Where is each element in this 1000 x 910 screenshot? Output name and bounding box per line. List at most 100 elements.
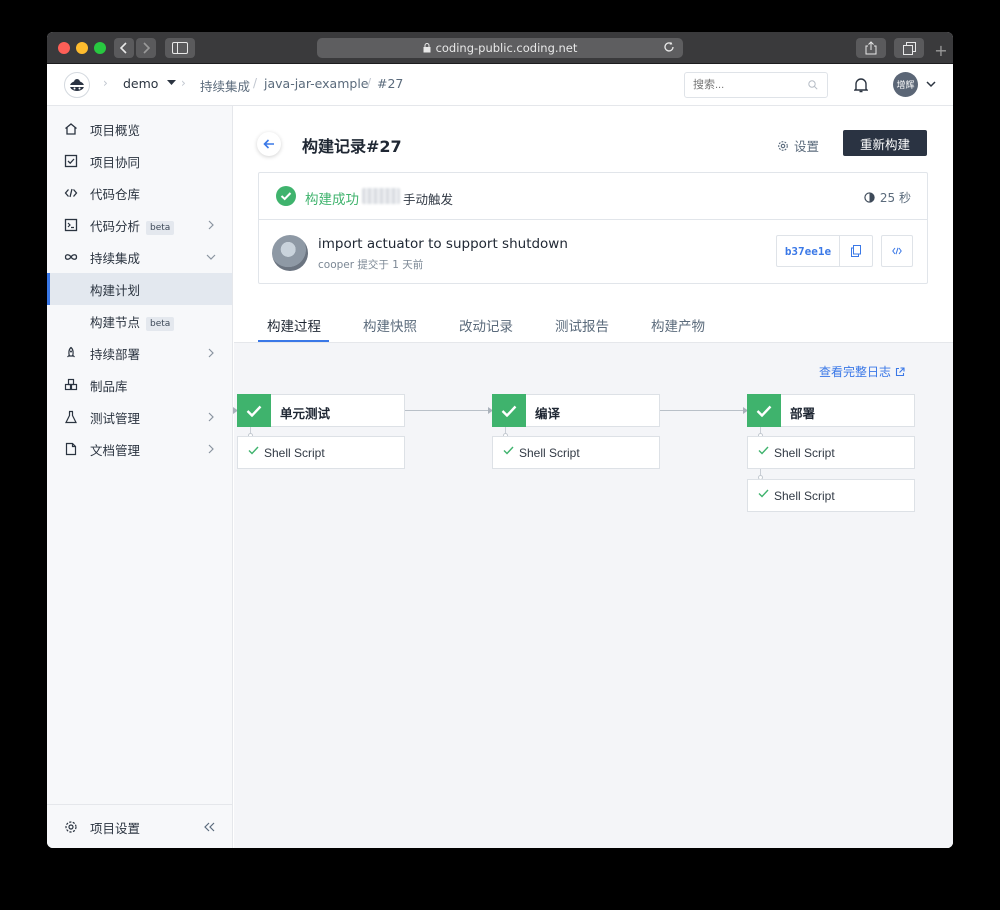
arrow-left-icon xyxy=(263,139,274,149)
sidebar-footer: 项目设置 xyxy=(47,804,232,848)
sidebar-item-code-analysis[interactable]: 代码分析 beta xyxy=(47,209,232,241)
tabs-overview-button[interactable] xyxy=(894,38,924,58)
beta-badge: beta xyxy=(146,316,175,331)
copy-icon xyxy=(851,245,861,257)
stage-success-indicator xyxy=(492,394,526,427)
chevron-right-icon xyxy=(208,348,214,358)
sidebar-item-cd[interactable]: 持续部署 xyxy=(47,337,232,369)
tab-test-report[interactable]: 测试报告 xyxy=(555,315,609,335)
tab-build-process[interactable]: 构建过程 xyxy=(267,315,321,335)
success-check-icon xyxy=(276,186,296,206)
commit-meta: cooper 提交于 1 天前 xyxy=(318,259,424,271)
stage-connector xyxy=(405,410,489,411)
coding-logo-icon xyxy=(69,79,85,91)
breadcrumb-build[interactable]: #27 xyxy=(377,76,403,91)
sidebar-item-collaboration[interactable]: 项目协同 xyxy=(47,145,232,177)
chevron-down-icon[interactable] xyxy=(926,81,936,88)
project-switcher[interactable]: demo xyxy=(123,76,177,91)
duration-text: 25 秒 xyxy=(879,191,911,205)
pipeline-step[interactable]: Shell Script xyxy=(747,479,915,512)
stage-name: 部署 xyxy=(790,406,816,421)
search-input[interactable] xyxy=(693,74,803,96)
committer-avatar xyxy=(272,235,308,271)
reload-icon[interactable] xyxy=(663,41,675,53)
home-icon xyxy=(65,123,77,135)
lock-icon xyxy=(423,43,431,53)
breadcrumb-ci[interactable]: 持续集成 xyxy=(200,76,250,95)
sidebar-item-label: 文档管理 xyxy=(90,442,141,458)
logo[interactable] xyxy=(64,72,90,98)
tab-build-snapshot[interactable]: 构建快照 xyxy=(363,315,417,335)
sidebar-icon xyxy=(172,42,188,54)
zoom-window-button[interactable] xyxy=(94,42,106,54)
sidebar-toggle-button[interactable] xyxy=(165,38,195,58)
trigger-text: 手动触发 xyxy=(403,192,454,207)
pipeline-stage[interactable]: 单元测试 xyxy=(237,394,405,427)
sidebar-item-label: 代码分析 xyxy=(90,218,141,234)
beta-badge: beta xyxy=(146,220,175,235)
code-icon xyxy=(892,247,902,255)
step-name: Shell Script xyxy=(264,446,325,460)
minimize-window-button[interactable] xyxy=(76,42,88,54)
bell-icon[interactable] xyxy=(854,77,868,93)
step-name: Shell Script xyxy=(519,446,580,460)
user-avatar[interactable]: 增辉 xyxy=(893,72,918,97)
pipeline-step[interactable]: Shell Script xyxy=(237,436,405,469)
pipeline-stage[interactable]: 部署 xyxy=(747,394,915,427)
search-box[interactable] xyxy=(684,72,828,98)
share-icon xyxy=(865,41,877,55)
chevron-down-icon xyxy=(206,254,216,260)
check-icon xyxy=(758,489,769,498)
commit-sha-link[interactable]: b37ee1e xyxy=(776,235,840,267)
new-tab-button[interactable]: + xyxy=(932,42,950,60)
sidebar-item-artifacts[interactable]: 制品库 xyxy=(47,369,232,401)
chevron-right-icon xyxy=(143,42,150,54)
sidebar-item-label-wrap: 构建节点 beta xyxy=(90,312,175,331)
check-icon xyxy=(758,446,769,455)
settings-label: 设置 xyxy=(794,139,820,154)
view-code-button[interactable] xyxy=(881,235,913,267)
avatar-text: 增辉 xyxy=(896,81,915,91)
check-icon xyxy=(503,446,514,455)
breadcrumb-job[interactable]: java-jar-example xyxy=(264,76,369,91)
settings-link[interactable]: 设置 xyxy=(777,136,819,155)
browser-forward-button[interactable] xyxy=(136,38,156,58)
browser-back-button[interactable] xyxy=(114,38,134,58)
tab-build-artifacts[interactable]: 构建产物 xyxy=(651,315,705,335)
address-bar[interactable]: coding-public.coding.net xyxy=(317,38,683,58)
stage-connector xyxy=(660,410,744,411)
tab-changes[interactable]: 改动记录 xyxy=(459,315,513,335)
share-button[interactable] xyxy=(856,38,886,58)
sidebar-item-docs[interactable]: 文档管理 xyxy=(47,433,232,465)
breadcrumb-separator: / xyxy=(253,76,258,90)
sidebar-item-build-nodes[interactable]: 构建节点 beta xyxy=(47,305,232,337)
step-name: Shell Script xyxy=(774,489,835,503)
rocket-icon xyxy=(67,346,75,358)
gear-icon xyxy=(65,821,77,833)
main-content: 构建记录#27 设置 重新构建 构建成功 手动触发 25 秒 import ac… xyxy=(233,106,953,848)
build-status-text: 构建成功 xyxy=(305,192,359,208)
rebuild-button[interactable]: 重新构建 xyxy=(843,130,927,156)
close-window-button[interactable] xyxy=(58,42,70,54)
back-button[interactable] xyxy=(257,132,281,156)
full-log-link[interactable]: 查看完整日志 xyxy=(819,363,905,380)
sidebar-item-build-plan[interactable]: 构建计划 xyxy=(47,273,232,305)
sidebar-item-label: 代码仓库 xyxy=(90,186,141,202)
commit-message[interactable]: import actuator to support shutdown xyxy=(318,236,568,252)
sidebar-item-label: 制品库 xyxy=(90,378,128,394)
pipeline-stage[interactable]: 编译 xyxy=(492,394,660,427)
search-icon[interactable] xyxy=(808,80,818,90)
sidebar-item-testing[interactable]: 测试管理 xyxy=(47,401,232,433)
pipeline-step[interactable]: Shell Script xyxy=(492,436,660,469)
sidebar-item-repository[interactable]: 代码仓库 xyxy=(47,177,232,209)
sidebar-item-ci[interactable]: 持续集成 xyxy=(47,241,232,273)
flask-icon xyxy=(65,410,77,424)
sidebar-item-overview[interactable]: 项目概览 xyxy=(47,113,232,145)
sidebar-item-label-wrap: 代码分析 beta xyxy=(90,216,175,235)
pipeline-step[interactable]: Shell Script xyxy=(747,436,915,469)
caret-down-icon xyxy=(167,80,177,85)
copy-sha-button[interactable] xyxy=(839,235,873,267)
check-icon xyxy=(501,405,517,417)
collapse-sidebar-icon[interactable] xyxy=(203,822,215,832)
chevron-right-icon xyxy=(208,444,214,454)
